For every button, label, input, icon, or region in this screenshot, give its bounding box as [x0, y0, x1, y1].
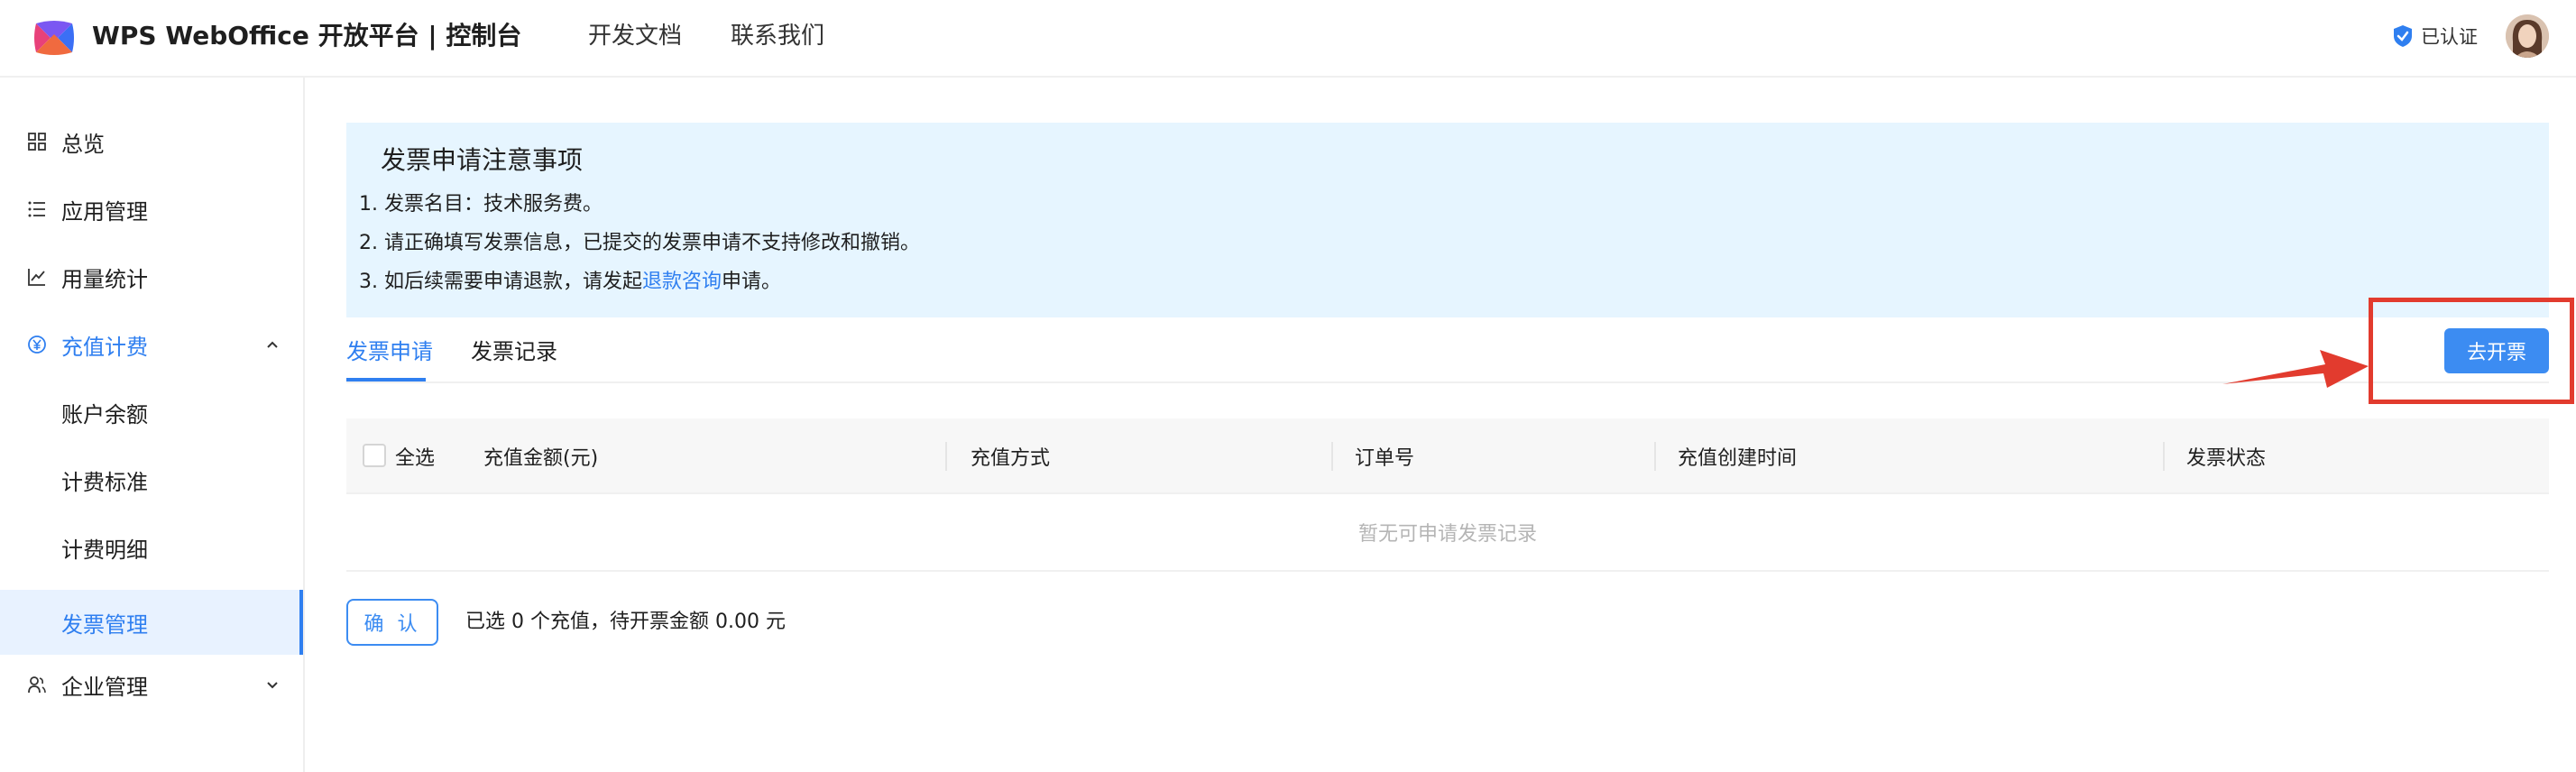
table-empty-state: 暂无可申请发票记录: [346, 494, 2549, 572]
line-chart-icon: [28, 269, 45, 286]
sidebar: 总览 应用管理 用量统计 充值计费 账户余额 计费标准 计费明细 发票管理 企业…: [0, 78, 305, 772]
column-header-amount: 充值金额(元): [483, 447, 599, 470]
notice-line-3-prefix: 3. 如后续需要申请退款，请发起: [359, 271, 642, 293]
column-header-created-time: 充值创建时间: [1678, 447, 1798, 470]
nav-contact-us[interactable]: 联系我们: [731, 18, 824, 54]
sidebar-item-pricing[interactable]: 计费标准: [0, 447, 303, 512]
sidebar-item-label: 计费标准: [61, 469, 148, 495]
sidebar-item-overview[interactable]: 总览: [0, 109, 303, 174]
notice-line-2: 2. 请正确填写发票信息，已提交的发票申请不支持修改和撤销。: [359, 232, 920, 254]
wps-logo-icon[interactable]: [31, 18, 78, 58]
user-avatar[interactable]: [2506, 14, 2549, 58]
list-icon: [28, 201, 45, 217]
tab-invoice-application[interactable]: 发票申请: [346, 334, 433, 370]
verified-shield-icon: [2394, 25, 2412, 47]
chevron-up-icon: [267, 341, 278, 348]
sidebar-item-label: 总览: [61, 131, 105, 157]
sidebar-item-label: 企业管理: [61, 674, 148, 700]
column-header-order-number: 订单号: [1355, 447, 1415, 470]
notice-line-1: 1. 发票名目：技术服务费。: [359, 193, 603, 216]
sidebar-item-label: 发票管理: [61, 611, 148, 638]
sidebar-item-label: 账户余额: [61, 401, 148, 427]
verified-label: 已认证: [2421, 26, 2478, 48]
column-divider: [1331, 442, 1333, 471]
sidebar-item-app-management[interactable]: 应用管理: [0, 177, 303, 242]
column-divider: [2163, 442, 2165, 471]
selection-summary: 已选 0 个充值，待开票金额 0.00 元: [465, 611, 786, 633]
column-header-method: 充值方式: [971, 447, 1051, 470]
invoice-notice-panel: 发票申请注意事项 1. 发票名目：技术服务费。 2. 请正确填写发票信息，已提交…: [346, 123, 2549, 317]
tab-invoice-records[interactable]: 发票记录: [471, 334, 557, 370]
column-header-invoice-status: 发票状态: [2186, 447, 2267, 470]
sidebar-item-billing-details[interactable]: 计费明细: [0, 515, 303, 580]
select-all-checkbox[interactable]: [363, 444, 386, 467]
annotation-arrow-icon: [2222, 350, 2369, 388]
sidebar-item-enterprise[interactable]: 企业管理: [0, 652, 303, 717]
refund-inquiry-link[interactable]: 退款咨询: [642, 271, 722, 293]
brand-title: WPS WebOffice 开放平台 | 控制台: [92, 21, 522, 51]
sidebar-item-billing[interactable]: 充值计费: [0, 312, 303, 377]
users-icon: [28, 676, 46, 694]
confirm-button[interactable]: 确 认: [346, 599, 438, 646]
select-all-label[interactable]: 全选: [395, 418, 435, 494]
yen-icon: [28, 335, 46, 354]
grid-icon: [28, 133, 46, 151]
sidebar-item-label: 计费明细: [61, 537, 148, 563]
verified-status[interactable]: 已认证: [2392, 18, 2478, 54]
column-divider: [945, 442, 947, 471]
table-header: 全选 充值金额(元) 充值方式 订单号 充值创建时间 发票状态: [346, 418, 2549, 494]
sidebar-item-account-balance[interactable]: 账户余额: [0, 380, 303, 445]
notice-line-3-suffix: 申请。: [722, 271, 782, 293]
sidebar-item-usage-stats[interactable]: 用量统计: [0, 244, 303, 309]
sidebar-item-label: 充值计费: [61, 334, 148, 360]
notice-title: 发票申请注意事项: [381, 145, 584, 175]
top-header: WPS WebOffice 开放平台 | 控制台 开发文档 联系我们 已认证: [0, 0, 2576, 78]
chevron-down-icon: [267, 682, 278, 689]
sidebar-item-invoice-management[interactable]: 发票管理: [0, 590, 303, 655]
column-divider: [1654, 442, 1656, 471]
nav-dev-docs[interactable]: 开发文档: [588, 18, 682, 54]
sidebar-item-label: 应用管理: [61, 198, 148, 225]
annotation-highlight-box: [2369, 298, 2574, 404]
sidebar-item-label: 用量统计: [61, 266, 148, 292]
notice-line-3: 3. 如后续需要申请退款，请发起退款咨询申请。: [359, 265, 781, 294]
